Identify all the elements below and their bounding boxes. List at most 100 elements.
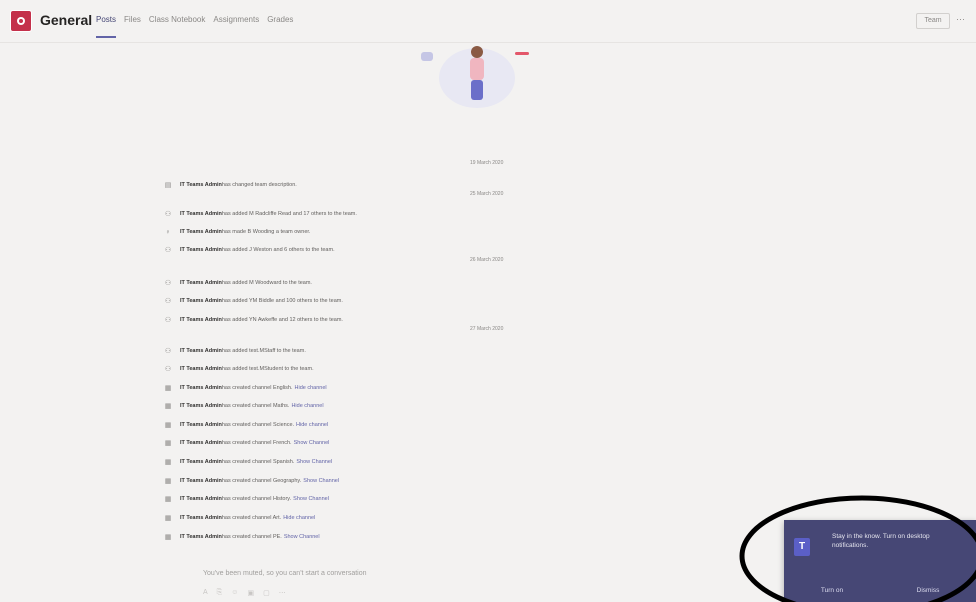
activity-text: has created channel French. (221, 440, 292, 446)
dismiss-button[interactable]: Dismiss (880, 580, 976, 602)
channel-icon: ▦ (164, 534, 172, 541)
activity-item: ⚇ IT Teams Admin has added YN Awkeffe and… (162, 313, 343, 327)
channel-icon: ▦ (164, 459, 172, 466)
actor-name: IT Teams Admin (180, 348, 222, 354)
tab-posts[interactable]: Posts (96, 15, 116, 24)
channel-visibility-link[interactable]: Hide channel (291, 403, 323, 409)
date-separator: 25 March 2020 (470, 191, 504, 197)
channel-visibility-link[interactable]: Hide channel (283, 515, 315, 521)
activity-item: ▦ IT Teams Admin has created channel Hist… (162, 492, 329, 506)
activity-text: has added test.MStaff to the team. (221, 348, 306, 354)
people-add-icon: ⚇ (164, 280, 172, 287)
activity-text: has created channel English. (221, 385, 293, 391)
channel-visibility-link[interactable]: Show Channel (293, 496, 329, 502)
actor-name: IT Teams Admin (180, 478, 222, 484)
activity-item: ⚇ IT Teams Admin has added M Radcliffe Re… (162, 207, 357, 221)
activity-text: has created channel Geography. (221, 478, 302, 484)
activity-item: ▦ IT Teams Admin has created channel PE. S… (162, 530, 320, 544)
activity-text: has added YM Biddle and 100 others to th… (221, 298, 343, 304)
person-legs-shape (471, 80, 483, 100)
more-options-icon: ⋯ (278, 590, 286, 597)
attach-icon: ⎘ (216, 589, 223, 596)
activity-text: has made B Wooding a team owner. (221, 229, 311, 235)
channel-icon: ▦ (164, 422, 172, 429)
channel-visibility-link[interactable]: Hide channel (295, 385, 327, 391)
team-button[interactable]: Team (916, 13, 950, 29)
people-add-icon: ⚇ (164, 348, 172, 355)
actor-name: IT Teams Admin (180, 366, 222, 372)
activity-text: has added test.MStudent to the team. (221, 366, 314, 372)
activity-item: ▦ IT Teams Admin has created channel Span… (162, 455, 332, 469)
actor-name: IT Teams Admin (180, 317, 222, 323)
actor-name: IT Teams Admin (180, 298, 222, 304)
tab-files[interactable]: Files (124, 15, 141, 24)
activity-item: ⚇ IT Teams Admin has added test.MStaff to… (162, 344, 306, 358)
channel-icon: ▦ (164, 515, 172, 522)
channel-visibility-link[interactable]: Show Channel (303, 478, 339, 484)
person-icon: ♀ (165, 228, 171, 236)
muted-message: You've been muted, so you can't start a … (203, 570, 367, 577)
person-head-shape (471, 46, 483, 58)
team-button-label: Team (924, 17, 942, 24)
actor-name: IT Teams Admin (180, 496, 222, 502)
toast-message: Stay in the know. Turn on desktop notifi… (832, 533, 930, 549)
actor-name: IT Teams Admin (180, 280, 222, 286)
date-separator: 26 March 2020 (470, 257, 504, 263)
channel-icon: ▦ (164, 496, 172, 503)
activity-text: has created channel Science. (221, 422, 295, 428)
actor-name: IT Teams Admin (180, 440, 222, 446)
compose-toolbar: A ⎘ ☺ ▣ ▢ ⋯ (203, 589, 286, 597)
actor-name: IT Teams Admin (180, 247, 222, 253)
channel-header: General Posts Files Class Notebook Assig… (0, 0, 976, 43)
activity-item: ▦ IT Teams Admin has created channel Art.… (162, 511, 316, 525)
activity-item: ▦ IT Teams Admin has created channel Fren… (162, 436, 330, 450)
chat-bubble-shape (421, 52, 433, 61)
actor-name: IT Teams Admin (180, 534, 222, 540)
tab-assignments[interactable]: Assignments (213, 15, 259, 24)
activity-text: has created channel History. (221, 496, 292, 502)
date-separator: 27 March 2020 (470, 326, 504, 332)
channel-visibility-link[interactable]: Show Channel (296, 459, 332, 465)
activity-item: ▦ IT Teams Admin has created channel Math… (162, 399, 324, 413)
team-avatar[interactable] (10, 10, 32, 32)
actor-name: IT Teams Admin (180, 422, 222, 428)
activity-text: has created channel Spanish. (221, 459, 295, 465)
toast-actions: Turn on Dismiss (784, 580, 976, 602)
activity-item: ⚇ IT Teams Admin has added J Weston and 6… (162, 243, 335, 257)
person-body-shape (470, 58, 484, 80)
activity-text: has added M Woodward to the team. (221, 280, 312, 286)
notification-toast: T Stay in the know. Turn on desktop noti… (784, 520, 976, 602)
channel-visibility-link[interactable]: Show Channel (294, 440, 330, 446)
channel-icon: ▦ (164, 478, 172, 485)
more-icon[interactable]: ··· (956, 14, 965, 24)
activity-text: has created channel PE. (221, 534, 282, 540)
active-tab-indicator (96, 36, 116, 38)
activity-text: has changed team description. (221, 182, 297, 188)
people-add-icon: ⚇ (164, 211, 172, 218)
format-icon: A (203, 589, 208, 596)
turn-on-button[interactable]: Turn on (784, 580, 880, 602)
people-add-icon: ⚇ (164, 298, 172, 305)
activity-item: ▦ IT Teams Admin has created channel Scie… (162, 418, 328, 432)
sticker-icon: ▢ (263, 590, 270, 597)
activity-text: has created channel Art. (221, 515, 282, 521)
channel-icon: ▦ (164, 385, 172, 392)
channel-icon: ▦ (164, 440, 172, 447)
activity-text: has created channel Maths. (221, 403, 290, 409)
actor-name: IT Teams Admin (180, 182, 222, 188)
channel-tabs: Posts Files Class Notebook Assignments G… (96, 15, 293, 24)
channel-visibility-link[interactable]: Hide channel (296, 422, 328, 428)
activity-text: has added YN Awkeffe and 12 others to th… (221, 317, 343, 323)
description-icon: ▤ (164, 182, 172, 189)
tab-grades[interactable]: Grades (267, 15, 293, 24)
activity-text: has added J Weston and 6 others to the t… (221, 247, 335, 253)
tab-class-notebook[interactable]: Class Notebook (149, 15, 205, 24)
activity-item: ▦ IT Teams Admin has created channel Geog… (162, 474, 339, 488)
date-separator: 19 March 2020 (470, 160, 504, 166)
activity-item: ⚇ IT Teams Admin has added YM Biddle and … (162, 294, 343, 308)
channel-name: General (40, 12, 93, 28)
channel-visibility-link[interactable]: Show Channel (284, 534, 320, 540)
people-add-icon: ⚇ (164, 247, 172, 254)
actor-name: IT Teams Admin (180, 229, 222, 235)
activity-item: ▦ IT Teams Admin has created channel Engl… (162, 381, 327, 395)
